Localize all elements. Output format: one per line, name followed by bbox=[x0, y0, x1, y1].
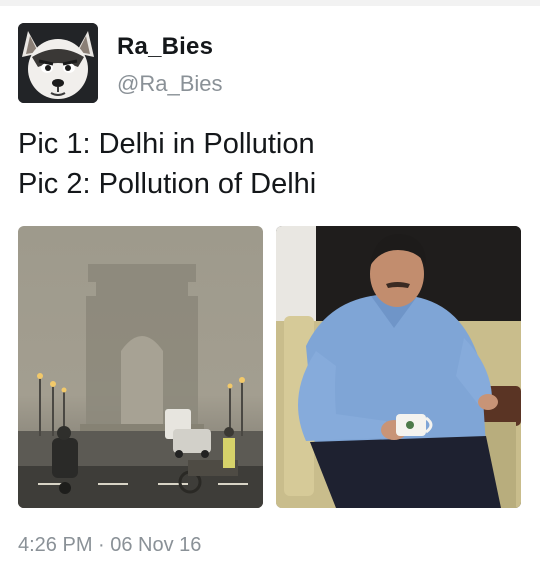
tweet-line-1: Pic 1: Delhi in Pollution bbox=[18, 128, 315, 160]
tweet-text: Pic 1: Delhi in Pollution Pic 2: Polluti… bbox=[18, 124, 523, 204]
husky-dog-face-icon bbox=[18, 23, 98, 103]
display-name[interactable]: Ra_Bies bbox=[117, 33, 213, 61]
user-handle[interactable]: @Ra_Bies bbox=[117, 71, 223, 97]
tweet-line-2: Pic 2: Pollution of Delhi bbox=[18, 168, 317, 200]
man-in-blue-shirt-with-teacup-photo[interactable] bbox=[276, 226, 521, 508]
avatar[interactable] bbox=[18, 23, 98, 103]
top-divider bbox=[0, 0, 540, 6]
smoggy-india-gate-photo[interactable] bbox=[18, 226, 263, 508]
tweet-timestamp[interactable]: 4:26 PM · 06 Nov 16 bbox=[18, 534, 201, 557]
